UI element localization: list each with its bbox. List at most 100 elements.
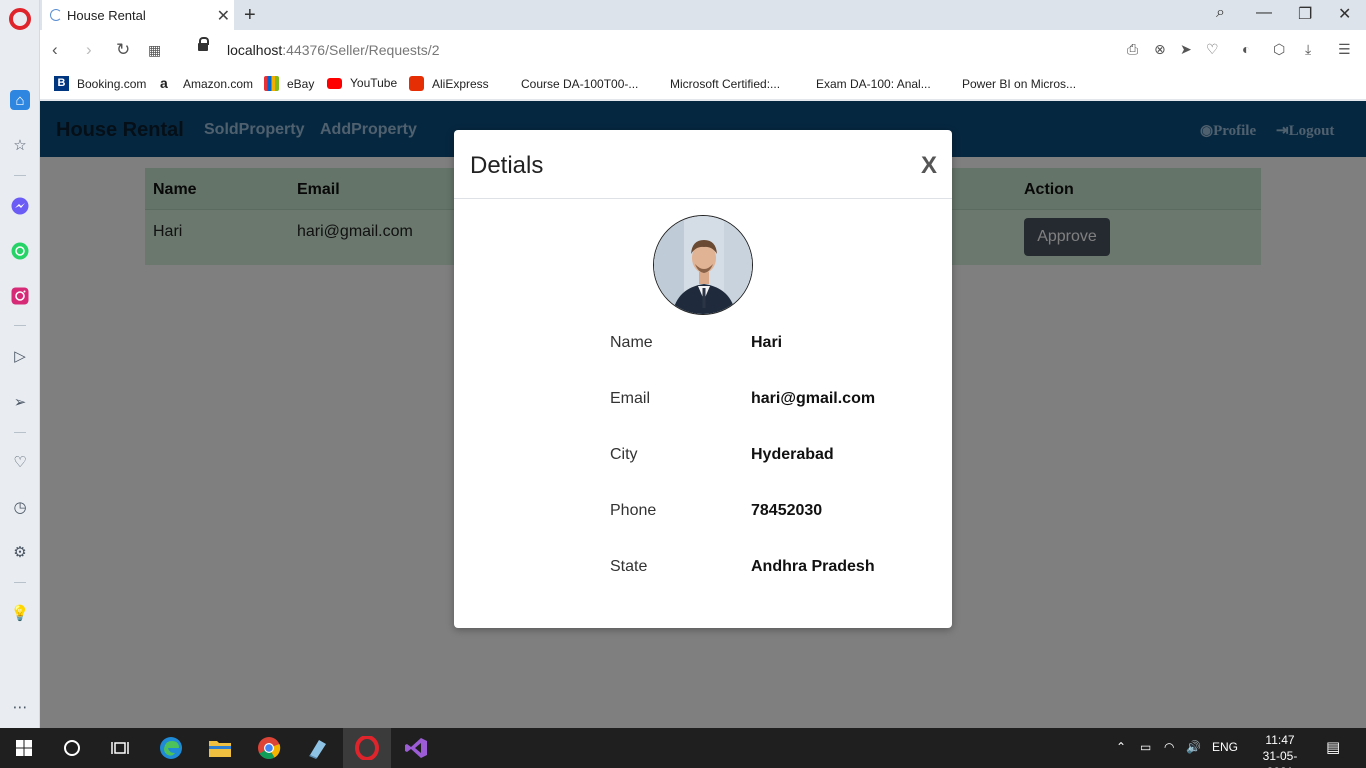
bookmark-label: AliExpress [432, 76, 489, 91]
player-icon[interactable]: ▷ [10, 346, 30, 366]
new-tab-icon[interactable]: + [244, 4, 256, 27]
bookmark-label: Power BI on Micros... [962, 76, 1077, 91]
messenger-icon[interactable] [10, 196, 30, 216]
instagram-icon[interactable] [10, 286, 30, 306]
show-hidden-icons-icon[interactable]: ⌃ [1116, 740, 1126, 754]
search-tabs-icon[interactable]: ⌕ [1216, 4, 1225, 22]
detail-label: City [610, 446, 638, 463]
detail-value: 78452030 [751, 502, 823, 519]
detail-row-city: City Hyderabad [610, 446, 930, 470]
sidebar-divider [14, 432, 26, 433]
task-view-button[interactable] [96, 728, 144, 768]
edge-app[interactable] [147, 728, 195, 768]
bookmark-amazon[interactable]: a Amazon.com [160, 76, 253, 91]
battery-icon[interactable]: ▭ [1140, 740, 1151, 754]
close-window-icon[interactable]: ✕ [1338, 4, 1351, 24]
bookmark-ebay[interactable]: eBay [264, 76, 314, 91]
bookmark-label: Microsoft Certified:... [670, 76, 781, 91]
ebay-icon [264, 76, 279, 91]
volume-icon[interactable]: 🔊 [1186, 740, 1201, 754]
bookmark-label: eBay [287, 76, 315, 91]
more-icon[interactable]: ⋯ [10, 697, 30, 717]
notepad-app[interactable] [294, 728, 342, 768]
restore-icon[interactable]: ❐ [1298, 4, 1312, 24]
cortana-icon [64, 740, 80, 756]
lightbulb-icon[interactable]: 💡 [10, 603, 30, 623]
visual-studio-app[interactable] [392, 728, 440, 768]
folder-icon [209, 741, 231, 757]
url-path: :44376/Seller/Requests/2 [282, 42, 440, 58]
start-button[interactable] [0, 728, 48, 768]
notifications-icon[interactable]: ▤ [1326, 738, 1340, 756]
back-icon[interactable]: ‹ [52, 40, 58, 60]
clock[interactable]: 11:47 31-05-2021 [1250, 732, 1310, 768]
detail-value: Hyderabad [751, 446, 834, 463]
bookmark-course[interactable]: Course DA-100T00-... [498, 76, 638, 91]
url-field[interactable]: localhost:44376/Seller/Requests/2 [227, 42, 439, 58]
microsoft-icon [647, 76, 662, 91]
bookmark-label: Exam DA-100: Anal... [816, 76, 931, 91]
download-icon[interactable]: ⤓ [1305, 41, 1311, 58]
history-icon[interactable]: ◷ [10, 497, 30, 517]
edge-icon [160, 737, 182, 759]
adblock-icon[interactable]: ⊗ [1154, 41, 1166, 58]
opera-logo-icon[interactable] [9, 8, 31, 30]
detail-value: hari@gmail.com [751, 390, 876, 407]
bookmark-exam[interactable]: Exam DA-100: Anal... [793, 76, 931, 91]
microsoft-icon [498, 76, 513, 91]
vpn-icon[interactable]: ◐ [1242, 41, 1250, 57]
bookmark-booking[interactable]: B Booking.com [54, 76, 146, 91]
clock-date: 31-05-2021 [1262, 749, 1298, 768]
bookmark-heart-icon[interactable]: ♡ [1206, 41, 1219, 58]
bookmark-ms-certified[interactable]: Microsoft Certified:... [647, 76, 780, 91]
star-icon[interactable]: ☆ [10, 135, 30, 155]
task-view-icon [111, 742, 129, 754]
sidebar-divider [14, 582, 26, 583]
bookmarks-bar: B Booking.com a Amazon.com eBay YouTube … [40, 70, 1366, 100]
url-host: localhost [227, 42, 283, 58]
notepad-icon [309, 740, 326, 759]
minimize-icon[interactable]: — [1256, 4, 1272, 22]
clock-time: 11:47 [1265, 733, 1295, 747]
detail-row-state: State Andhra Pradesh [610, 558, 930, 582]
microsoft-icon [793, 76, 808, 91]
snapshot-icon[interactable]: ⎙ [1127, 41, 1138, 58]
extensions-icon[interactable]: ⬡ [1273, 41, 1285, 58]
profile-avatar [653, 215, 753, 315]
reload-icon[interactable]: ↻ [116, 40, 130, 60]
heart-icon[interactable]: ♡ [10, 452, 30, 472]
detail-row-name: Name Hari [610, 334, 930, 358]
chrome-icon [258, 737, 281, 759]
settings-icon[interactable]: ⚙ [10, 542, 30, 562]
share-icon[interactable]: ➤ [1180, 41, 1192, 58]
search-button[interactable] [48, 728, 96, 768]
modal-close-button[interactable]: X [921, 152, 937, 180]
whatsapp-icon[interactable] [10, 241, 30, 261]
address-bar: ‹ › ↻ ▦ localhost:44376/Seller/Requests/… [40, 30, 1366, 70]
chrome-app[interactable] [245, 728, 293, 768]
sidebar-divider [14, 325, 26, 326]
modal-title: Detials [470, 152, 544, 179]
bookmark-powerbi[interactable]: Power BI on Micros... [939, 76, 1076, 91]
wifi-icon[interactable]: ◠ [1164, 740, 1174, 754]
forward-icon[interactable]: › [86, 40, 92, 60]
easy-setup-icon[interactable]: ☰ [1338, 41, 1351, 58]
sidebar-divider [14, 175, 26, 176]
tab-title: House Rental [67, 7, 146, 23]
home-icon[interactable]: ⌂ [10, 90, 30, 110]
aliexpress-icon [409, 76, 424, 91]
send-icon[interactable]: ➢ [10, 392, 30, 412]
detail-label: Phone [610, 502, 657, 519]
detail-label: Email [610, 390, 651, 407]
language-indicator[interactable]: ENG [1212, 740, 1238, 754]
opera-sidebar: ⌂ ☆ ▷ ➢ ♡ ◷ ⚙ 💡 ⋯ [0, 0, 40, 728]
opera-app[interactable] [343, 728, 391, 768]
detail-label: Name [610, 334, 653, 351]
bookmark-aliexpress[interactable]: AliExpress [409, 76, 489, 91]
close-tab-icon[interactable]: ✕ [217, 6, 230, 26]
file-explorer-app[interactable] [196, 728, 244, 768]
tab-house-rental[interactable]: House Rental ✕ [42, 0, 234, 30]
speed-dial-icon[interactable]: ▦ [148, 42, 161, 59]
bookmark-youtube[interactable]: YouTube [327, 76, 397, 90]
bookmark-label: Amazon.com [183, 76, 254, 91]
